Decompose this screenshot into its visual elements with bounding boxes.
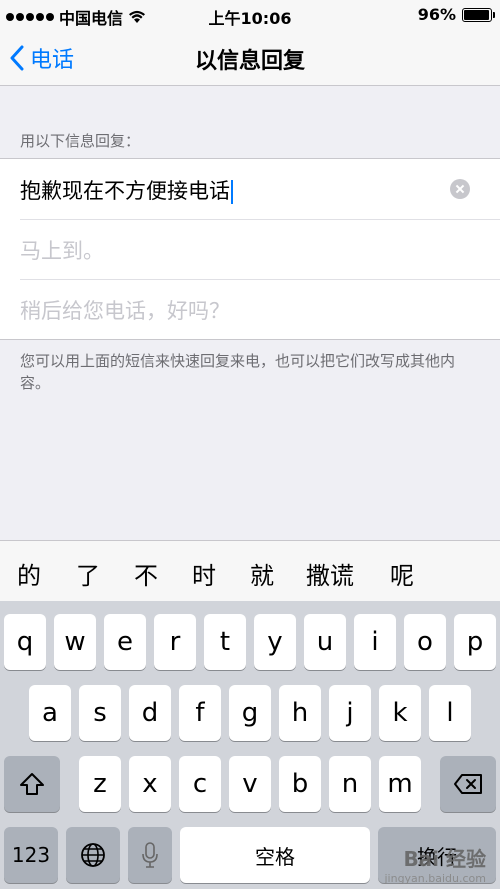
key-l[interactable]: l xyxy=(429,685,471,741)
key-t[interactable]: t xyxy=(204,614,246,670)
key-p[interactable]: p xyxy=(454,614,496,670)
key-b[interactable]: b xyxy=(279,756,321,812)
candidate-word[interactable]: 时 xyxy=(192,556,216,591)
reply-list: 抱歉现在不方便接电话 马上到。 稍后给您电话，好吗？ xyxy=(0,158,500,340)
battery-area: 96% xyxy=(417,5,495,24)
key-d[interactable]: d xyxy=(129,685,171,741)
battery-percent: 96% xyxy=(417,5,456,24)
shift-icon xyxy=(20,773,44,795)
key-y[interactable]: y xyxy=(254,614,296,670)
candidate-word[interactable]: 了 xyxy=(76,556,100,591)
key-x[interactable]: x xyxy=(129,756,171,812)
key-q[interactable]: q xyxy=(4,614,46,670)
microphone-icon xyxy=(142,842,158,868)
microphone-key[interactable] xyxy=(128,827,172,883)
key-m[interactable]: m xyxy=(379,756,421,812)
footer-note: 您可以用上面的短信来快速回复来电，也可以把它们改写成其他内容。 xyxy=(20,352,456,392)
candidate-word[interactable]: 的 xyxy=(17,556,41,591)
delete-key[interactable] xyxy=(440,756,496,812)
text-cursor xyxy=(231,180,233,204)
reply-text-3[interactable]: 稍后给您电话，好吗？ xyxy=(20,295,230,325)
candidate-word[interactable]: 不 xyxy=(134,556,158,591)
key-c[interactable]: c xyxy=(179,756,221,812)
watermark-brand: Bai 经验 xyxy=(403,847,486,871)
reply-text-2[interactable]: 马上到。 xyxy=(20,235,104,265)
key-i[interactable]: i xyxy=(354,614,396,670)
numbers-key[interactable]: 123 xyxy=(4,827,58,883)
candidate-word[interactable]: 就 xyxy=(250,556,274,591)
reply-field-3[interactable]: 稍后给您电话，好吗？ xyxy=(0,279,500,339)
key-j[interactable]: j xyxy=(329,685,371,741)
space-key[interactable]: 空格 xyxy=(180,827,370,883)
section-header: 用以下信息回复： xyxy=(20,132,141,150)
key-f[interactable]: f xyxy=(179,685,221,741)
reply-field-2[interactable]: 马上到。 xyxy=(0,219,500,279)
reply-field-1[interactable]: 抱歉现在不方便接电话 xyxy=(0,159,500,219)
key-h[interactable]: h xyxy=(279,685,321,741)
shift-key[interactable] xyxy=(4,756,60,812)
key-g[interactable]: g xyxy=(229,685,271,741)
key-v[interactable]: v xyxy=(229,756,271,812)
key-n[interactable]: n xyxy=(329,756,371,812)
key-z[interactable]: z xyxy=(79,756,121,812)
key-a[interactable]: a xyxy=(29,685,71,741)
key-s[interactable]: s xyxy=(79,685,121,741)
globe-key[interactable] xyxy=(66,827,120,883)
battery-icon xyxy=(462,7,495,22)
page-title: 以信息回复 xyxy=(194,49,305,74)
delete-icon xyxy=(454,774,482,794)
navigation-bar: 电话 以信息回复 xyxy=(0,30,500,86)
key-o[interactable]: o xyxy=(404,614,446,670)
key-w[interactable]: w xyxy=(54,614,96,670)
key-k[interactable]: k xyxy=(379,685,421,741)
key-u[interactable]: u xyxy=(304,614,346,670)
watermark: Bai 经验 jingyan.baidu.com xyxy=(384,843,486,885)
globe-icon xyxy=(81,843,105,867)
key-r[interactable]: r xyxy=(154,614,196,670)
candidate-word[interactable]: 撒谎 xyxy=(306,556,354,591)
clear-icon[interactable] xyxy=(450,179,470,199)
key-e[interactable]: e xyxy=(104,614,146,670)
watermark-url: jingyan.baidu.com xyxy=(384,872,486,885)
battery-level xyxy=(464,9,489,20)
candidate-bar: 的 了 不 时 就 撒谎 呢 xyxy=(0,540,500,601)
reply-text-1[interactable]: 抱歉现在不方便接电话 xyxy=(20,175,233,205)
status-bar: 中国电信 上午10:06 96% xyxy=(0,0,500,30)
candidate-word[interactable]: 呢 xyxy=(390,556,414,591)
